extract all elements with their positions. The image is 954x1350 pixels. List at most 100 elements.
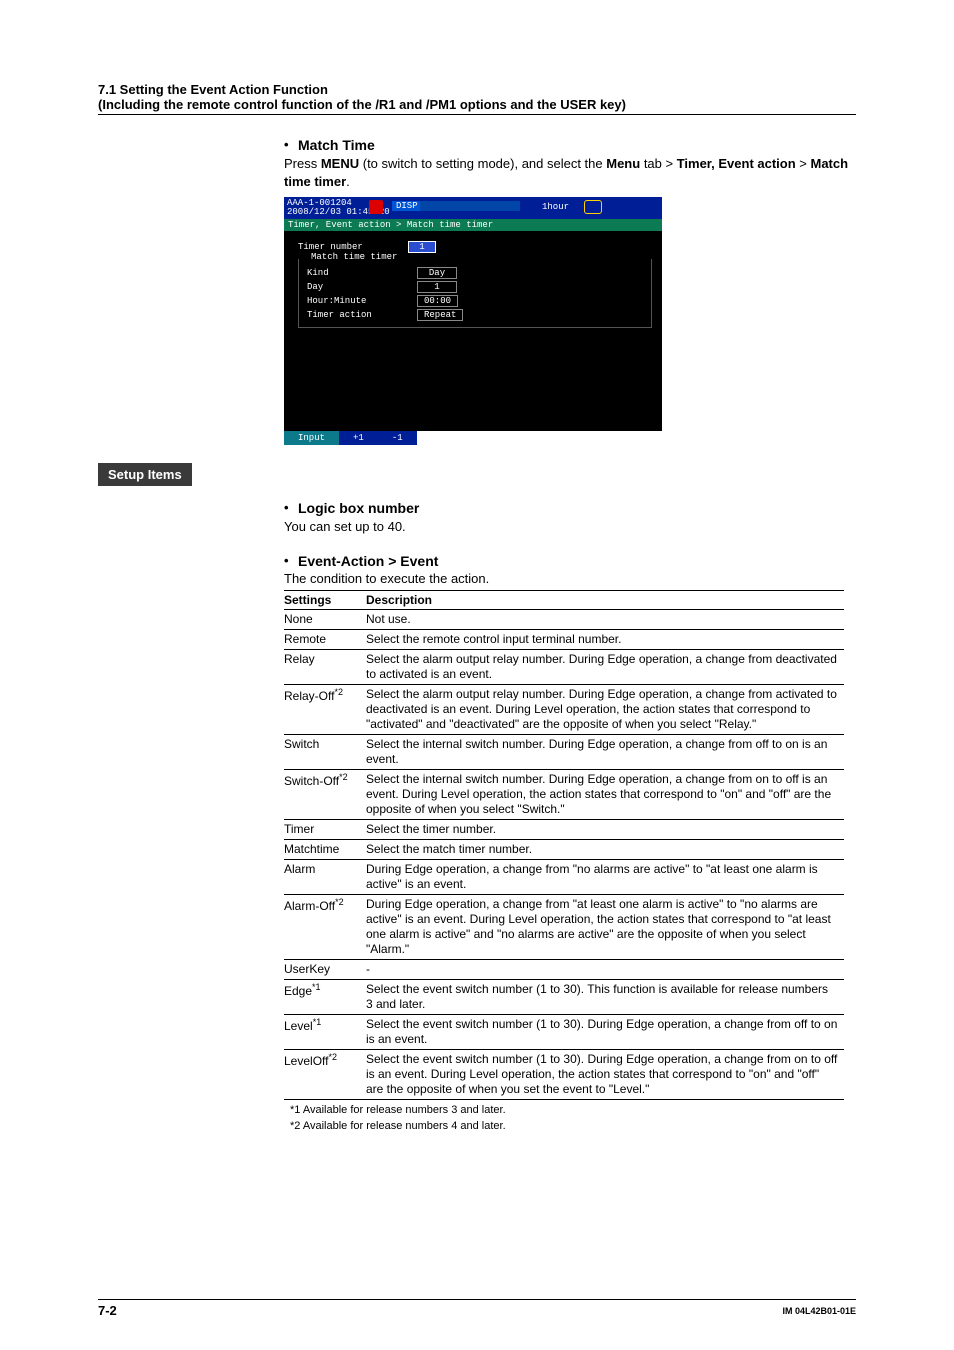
mt-gt: > (796, 156, 811, 171)
setting-name: Edge*1 (284, 979, 366, 1014)
mt-period: . (346, 174, 350, 189)
table-row: TimerSelect the timer number. (284, 819, 844, 839)
ss-hm-row: Hour:Minute 00:00 (307, 295, 643, 307)
settings-table: Settings Description NoneNot use.RemoteS… (284, 590, 844, 1100)
ss-body: Timer number 1 Match time timer Kind Day… (284, 231, 662, 431)
ss-day-field[interactable]: 1 (417, 281, 457, 293)
table-row: LevelOff*2Select the event switch number… (284, 1049, 844, 1099)
match-time-heading: • Match Time (284, 137, 856, 153)
ss-timer-number-label: Timer number (298, 242, 408, 252)
ss-day-row: Day 1 (307, 281, 643, 293)
header-subtitle: (Including the remote control function o… (98, 97, 856, 112)
footnote-2: *2 Available for release numbers 4 and l… (290, 1120, 856, 1132)
mt-timer-event-action: Timer, Event action (677, 156, 796, 171)
table-row: Level*1Select the event switch number (1… (284, 1014, 844, 1049)
mt-menu-tab: Menu (606, 156, 640, 171)
table-row: Edge*1Select the event switch number (1 … (284, 979, 844, 1014)
setting-name: Matchtime (284, 839, 366, 859)
ss-kind-field[interactable]: Day (417, 267, 457, 279)
content-area: • Match Time Press MENU (to switch to se… (284, 137, 856, 1132)
setting-description: During Edge operation, a change from "no… (366, 859, 844, 894)
table-header-row: Settings Description (284, 590, 844, 609)
footer-rule (98, 1299, 856, 1300)
setup-items-row: Setup Items (284, 463, 856, 500)
ss-plus1-button[interactable]: +1 (339, 431, 378, 445)
setting-name: UserKey (284, 959, 366, 979)
memo-icon (369, 200, 383, 214)
table-row: MatchtimeSelect the match timer number. (284, 839, 844, 859)
logic-box-title: Logic box number (298, 500, 419, 516)
setting-name: Switch (284, 734, 366, 769)
table-row: RemoteSelect the remote control input te… (284, 629, 844, 649)
setting-description: Select the remote control input terminal… (366, 629, 844, 649)
mt-menu-key: MENU (321, 156, 359, 171)
setting-description: Select the internal switch number. Durin… (366, 734, 844, 769)
setting-name: Remote (284, 629, 366, 649)
bullet-icon: • (284, 137, 298, 152)
table-row: UserKey- (284, 959, 844, 979)
camera-icon[interactable] (584, 200, 602, 214)
match-time-title: Match Time (298, 137, 375, 153)
ss-disp-bar (420, 201, 520, 211)
table-row: Relay-Off*2Select the alarm output relay… (284, 684, 844, 734)
table-row: Alarm-Off*2During Edge operation, a chan… (284, 894, 844, 959)
table-row: NoneNot use. (284, 609, 844, 629)
superscript-note: *2 (339, 772, 348, 782)
ss-day-label: Day (307, 282, 417, 292)
logic-box-text: You can set up to 40. (284, 518, 856, 536)
ss-minus1-button[interactable]: -1 (378, 431, 417, 445)
setting-description: Select the event switch number (1 to 30)… (366, 1014, 844, 1049)
ss-ta-row: Timer action Repeat (307, 309, 643, 321)
footnote-1: *1 Available for release numbers 3 and l… (290, 1104, 856, 1116)
ss-breadcrumb: Timer, Event action > Match time timer (284, 219, 662, 231)
page-header: 7.1 Setting the Event Action Function (I… (98, 82, 856, 115)
mt-text-mid2: tab > (640, 156, 677, 171)
setting-description: Select the alarm output relay number. Du… (366, 649, 844, 684)
ss-ta-label: Timer action (307, 310, 417, 320)
page-number: 7-2 (98, 1303, 117, 1318)
th-settings: Settings (284, 590, 366, 609)
ss-hm-field[interactable]: 00:00 (417, 295, 458, 307)
ss-timer-number-field[interactable]: 1 (408, 241, 436, 253)
logic-box-heading: • Logic box number (284, 500, 856, 516)
match-time-instructions: Press MENU (to switch to setting mode), … (284, 155, 856, 191)
setting-name: Relay-Off*2 (284, 684, 366, 734)
ss-kind-row: Kind Day (307, 267, 643, 279)
th-description: Description (366, 590, 844, 609)
ss-match-time-group: Match time timer Kind Day Day 1 Hour:Min… (298, 259, 652, 328)
setting-name: Relay (284, 649, 366, 684)
setting-name: LevelOff*2 (284, 1049, 366, 1099)
setup-items-badge: Setup Items (98, 463, 192, 486)
superscript-note: *1 (313, 1017, 322, 1027)
ss-ta-field[interactable]: Repeat (417, 309, 463, 321)
ss-titlebar: AAA-1-001204 2008/12/03 01:45:20 DISP 1h… (284, 197, 662, 219)
table-row: RelaySelect the alarm output relay numbe… (284, 649, 844, 684)
header-section-title: 7.1 Setting the Event Action Function (98, 82, 856, 97)
bullet-icon: • (284, 500, 298, 515)
setting-name: Alarm-Off*2 (284, 894, 366, 959)
setting-description: Select the match timer number. (366, 839, 844, 859)
superscript-note: *2 (335, 897, 344, 907)
event-action-heading: • Event-Action > Event (284, 553, 856, 569)
ss-interval: 1hour (542, 202, 569, 212)
bullet-icon: • (284, 553, 298, 568)
ss-input-button[interactable]: Input (284, 431, 339, 445)
setting-name: Timer (284, 819, 366, 839)
table-row: SwitchSelect the internal switch number.… (284, 734, 844, 769)
superscript-note: *1 (312, 982, 321, 992)
setting-description: - (366, 959, 844, 979)
setting-description: Not use. (366, 609, 844, 629)
event-action-intro: The condition to execute the action. (284, 571, 856, 586)
superscript-note: *2 (334, 687, 343, 697)
table-row: Switch-Off*2Select the internal switch n… (284, 769, 844, 819)
ss-disp-button[interactable]: DISP (392, 201, 422, 211)
setting-name: Alarm (284, 859, 366, 894)
setting-description: Select the event switch number (1 to 30)… (366, 979, 844, 1014)
mt-text-pre: Press (284, 156, 321, 171)
setting-name: None (284, 609, 366, 629)
ss-kind-label: Kind (307, 268, 417, 278)
ss-group-title: Match time timer (307, 252, 401, 262)
setting-description: During Edge operation, a change from "at… (366, 894, 844, 959)
ss-hm-label: Hour:Minute (307, 296, 417, 306)
setting-description: Select the internal switch number. Durin… (366, 769, 844, 819)
